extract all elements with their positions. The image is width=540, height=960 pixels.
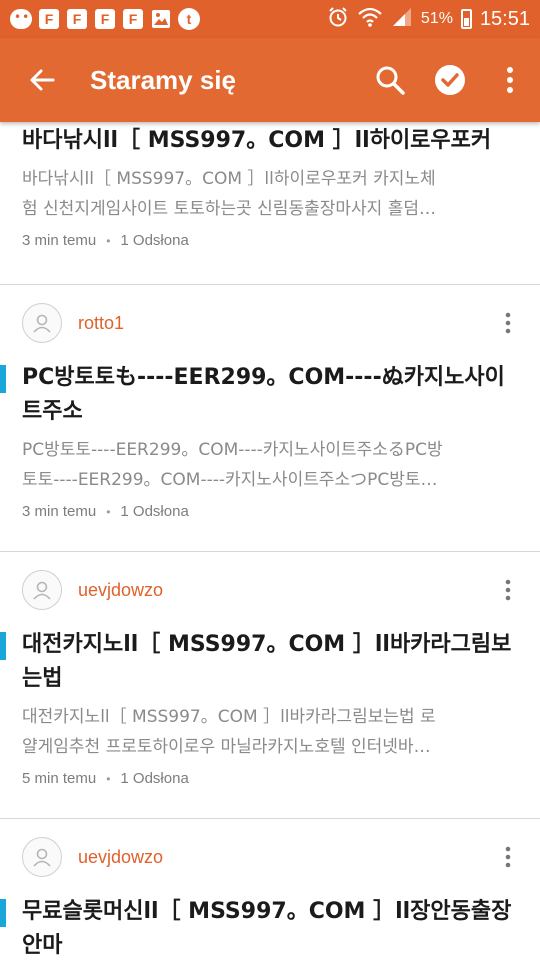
snippet-line: 얄게임추천 프로토하이로우 마닐라카지노호텔 인터넷바…	[22, 737, 431, 757]
unread-indicator	[0, 899, 6, 927]
alarm-icon	[327, 6, 349, 33]
post-title-text: PC방토토も----EER299。COM----ぬ카지노사이트주소	[22, 365, 505, 424]
author-name[interactable]: rotto1	[78, 313, 124, 334]
unread-indicator	[0, 632, 6, 660]
wifi-icon	[357, 6, 383, 33]
post-title[interactable]: 무료슬롯머신ll［ MSS997。COM ］ll장안동출장안마	[0, 895, 518, 960]
post-menu-button[interactable]	[496, 303, 520, 343]
post-card[interactable]: uevjdowzo 대전카지노ll［ MSS997。COM ］ll바카라그림보는…	[0, 552, 540, 819]
post-time: 3 min temu	[22, 232, 97, 249]
post-views: 1 Odsłona	[120, 503, 189, 520]
status-bar: F F F F t 51% 15:51	[0, 0, 540, 38]
check-circle-icon	[435, 65, 465, 95]
page-title: Staramy się	[90, 64, 236, 95]
image-icon	[150, 8, 172, 30]
post-title-text: 대전카지노ll［ MSS997。COM ］ll바카라그림보는법	[22, 632, 512, 691]
post-title[interactable]: PC방토토も----EER299。COM----ぬ카지노사이트주소	[0, 361, 518, 429]
post-snippet: PC방토토----EER299。COM----카지노사이트주소るPC방 토토--…	[22, 435, 518, 495]
system-icons: 51% 15:51	[327, 6, 530, 33]
separator-dot: •	[106, 233, 111, 248]
snippet-line: 험 신천지게임사이트 토토하는곳 신림동출장마사지 홀덤…	[22, 199, 436, 219]
overflow-menu-button[interactable]	[480, 38, 540, 122]
user-icon	[33, 314, 51, 333]
post-meta: 3 min temu • 1 Odsłona	[22, 503, 518, 520]
avatar[interactable]	[22, 570, 62, 610]
battery-icon	[460, 9, 472, 29]
post-meta: 3 min temu • 1 Odsłona	[22, 232, 518, 249]
mark-read-button[interactable]	[420, 38, 480, 122]
more-vert-icon	[505, 312, 511, 334]
post-card[interactable]: uevjdowzo 무료슬롯머신ll［ MSS997。COM ］ll장안동출장안…	[0, 819, 540, 960]
author-row: uevjdowzo	[22, 819, 518, 895]
separator-dot: •	[106, 771, 111, 786]
unread-indicator	[0, 365, 6, 393]
flipboard-icon: F	[66, 8, 88, 30]
author-name[interactable]: uevjdowzo	[78, 580, 163, 601]
avatar[interactable]	[22, 837, 62, 877]
post-feed: 바다낚시ll［ MSS997。COM ］ll하이로우포커 바다낚시ll［ MSS…	[0, 122, 540, 960]
post-meta: 5 min temu • 1 Odsłona	[22, 770, 518, 787]
signal-icon	[391, 6, 413, 33]
user-icon	[33, 581, 51, 600]
post-menu-button[interactable]	[496, 570, 520, 610]
more-vert-icon	[505, 846, 511, 868]
notification-icons: F F F F t	[10, 8, 200, 30]
post-card[interactable]: 바다낚시ll［ MSS997。COM ］ll하이로우포커 바다낚시ll［ MSS…	[0, 122, 540, 285]
more-vert-icon	[507, 67, 513, 93]
post-title-text: 무료슬롯머신ll［ MSS997。COM ］ll장안동출장안마	[22, 899, 512, 958]
app-bar: Staramy się	[0, 38, 540, 122]
search-icon	[376, 66, 405, 95]
battery-percent: 51%	[420, 10, 453, 27]
clock: 15:51	[479, 7, 530, 30]
snippet-line: 대전카지노ll［ MSS997。COM ］ll바카라그림보는법 로	[22, 707, 436, 727]
separator-dot: •	[106, 504, 111, 519]
post-menu-button[interactable]	[496, 837, 520, 877]
post-title[interactable]: 대전카지노ll［ MSS997。COM ］ll바카라그림보는법	[0, 628, 518, 696]
more-vert-icon	[505, 579, 511, 601]
snippet-line: PC방토토----EER299。COM----카지노사이트주소るPC방	[22, 440, 443, 460]
chat-bubble-icon	[10, 8, 38, 30]
post-snippet: 대전카지노ll［ MSS997。COM ］ll바카라그림보는법 로 얄게임추천 …	[22, 702, 518, 762]
app-bar-actions	[360, 38, 540, 122]
author-name[interactable]: uevjdowzo	[78, 847, 163, 868]
avatar[interactable]	[22, 303, 62, 343]
flipboard-icon: F	[94, 8, 116, 30]
post-snippet: 바다낚시ll［ MSS997。COM ］ll하이로우포커 카지노체 험 신천지게…	[22, 164, 518, 224]
author-row: uevjdowzo	[22, 552, 518, 628]
tumblr-icon: t	[178, 8, 200, 30]
snippet-line: 토토----EER299。COM----카지노사이트주소つPC방토…	[22, 470, 438, 490]
search-button[interactable]	[360, 38, 420, 122]
flipboard-icon: F	[38, 8, 60, 30]
post-time: 5 min temu	[22, 770, 97, 787]
snippet-line: 바다낚시ll［ MSS997。COM ］ll하이로우포커 카지노체	[22, 169, 436, 189]
back-arrow-icon	[30, 69, 55, 91]
post-views: 1 Odsłona	[120, 770, 189, 787]
back-button[interactable]	[0, 38, 84, 122]
author-row: rotto1	[22, 285, 518, 361]
post-views: 1 Odsłona	[120, 232, 189, 249]
post-time: 3 min temu	[22, 503, 97, 520]
user-icon	[33, 848, 51, 867]
flipboard-icon: F	[122, 8, 144, 30]
post-title[interactable]: 바다낚시ll［ MSS997。COM ］ll하이로우포커	[22, 124, 518, 158]
post-card[interactable]: rotto1 PC방토토も----EER299。COM----ぬ카지노사이트주소…	[0, 285, 540, 552]
